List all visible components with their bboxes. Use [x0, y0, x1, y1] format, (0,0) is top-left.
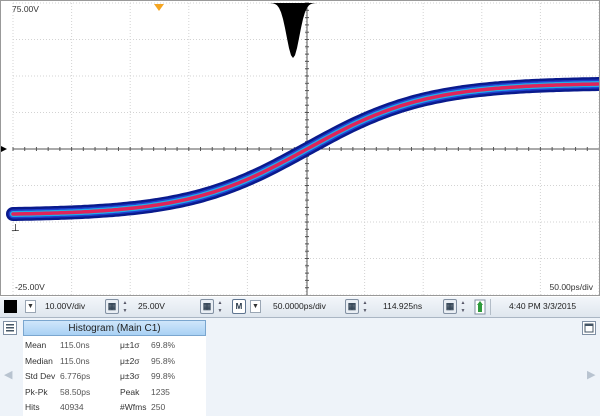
y-axis-top-label: 75.00V	[12, 4, 39, 14]
stat-value: 1235	[151, 386, 170, 397]
stat-label: μ±2σ	[120, 355, 140, 366]
stat-value: 40934	[60, 402, 84, 412]
offset-spinner[interactable]: ▲ ▼	[216, 299, 224, 315]
histogram-stat-row: Hits 40934 #Wfms 250	[23, 400, 206, 415]
volts-per-div-field[interactable]: 10.00V/div	[45, 300, 85, 313]
waveform-display[interactable]: ⊥ 75.00V -25.00V 50.00ps/div	[0, 0, 600, 296]
date-time-label: 4:40 PM 3/3/2015	[509, 301, 577, 311]
control-separator	[490, 299, 491, 315]
trigger-position-marker[interactable]	[154, 4, 164, 11]
next-page-icon[interactable]: ▶	[587, 368, 595, 381]
histogram-shape	[263, 3, 323, 58]
timebase-keypad-icon[interactable]: ▦	[345, 299, 359, 314]
vdiv-keypad-icon[interactable]: ▦	[105, 299, 119, 314]
ground-level-marker[interactable]	[1, 146, 7, 152]
histogram-stat-row: Median 115.0ns μ±2σ 95.8%	[23, 354, 206, 369]
stat-label: μ±3σ	[120, 371, 140, 381]
histogram-stat-row: Mean 115.0ns μ±1σ 69.8%	[23, 338, 206, 353]
stat-label: μ±1σ	[120, 340, 140, 350]
timebase-spinner[interactable]: ▲ ▼	[361, 299, 369, 315]
stat-label: Pk-Pk	[25, 386, 48, 397]
position-spinner[interactable]: ▲ ▼	[459, 299, 467, 315]
histogram-stats-table: Mean 115.0ns μ±1σ 69.8% Median 115.0ns μ±2σ 95.…	[23, 336, 206, 416]
stat-label: Mean	[25, 340, 47, 350]
trigger-icon[interactable]	[474, 299, 486, 315]
histogram-stat-row: Pk-Pk 58.50ps Peak 1235	[23, 385, 206, 400]
time-per-div-label: 50.00ps/div	[549, 282, 593, 292]
stat-value: 115.0ns	[60, 355, 90, 366]
main-timebase-button[interactable]: M	[232, 299, 246, 314]
y-axis-bottom-label: -25.00V	[15, 282, 45, 292]
stat-label: Peak	[120, 386, 140, 397]
stat-label: Hits	[25, 402, 40, 412]
stat-value: 95.8%	[151, 355, 176, 366]
panel-config-icon[interactable]	[582, 321, 596, 335]
measurement-panel: Histogram (Main C1) Mean 115.0ns μ±1σ 69.8%…	[0, 318, 600, 416]
stat-value: 69.8%	[151, 340, 176, 350]
timebase-field[interactable]: 50.0000ps/div	[273, 300, 326, 313]
channel-color-swatch[interactable]	[4, 300, 17, 313]
stat-label: Std Dev	[25, 371, 56, 381]
channel-reference-icon: ⊥	[11, 223, 20, 234]
waveform-canvas: ⊥	[1, 2, 599, 295]
position-keypad-icon[interactable]: ▦	[443, 299, 457, 314]
panel-menu-icon[interactable]	[3, 321, 17, 335]
offset-field[interactable]: 25.00V	[138, 300, 165, 313]
stat-value: 250	[151, 402, 166, 412]
histogram-stat-row: Std Dev 6.776ps μ±3σ 99.8%	[23, 369, 206, 384]
stat-value: 99.8%	[151, 371, 176, 381]
previous-page-icon[interactable]: ◀	[4, 368, 12, 381]
stat-label: Median	[25, 355, 53, 366]
stat-label: #Wfms	[120, 402, 147, 412]
vdiv-spinner[interactable]: ▲ ▼	[121, 299, 129, 315]
control-bar: ▼ 10.00V/div ▦ ▲ ▼ 25.00V ▦ ▲ ▼ M ▼ 50.000…	[0, 297, 600, 318]
stat-value: 115.0ns	[60, 340, 90, 350]
horizontal-position-field[interactable]: 114.925ns	[383, 300, 422, 313]
stat-value: 58.50ps	[60, 386, 91, 397]
timebase-dropdown-button[interactable]: ▼	[250, 300, 261, 313]
offset-keypad-icon[interactable]: ▦	[200, 299, 214, 314]
histogram-title[interactable]: Histogram (Main C1)	[23, 320, 206, 336]
stat-value: 6.776ps	[60, 371, 91, 381]
channel-dropdown-button[interactable]: ▼	[25, 300, 36, 313]
